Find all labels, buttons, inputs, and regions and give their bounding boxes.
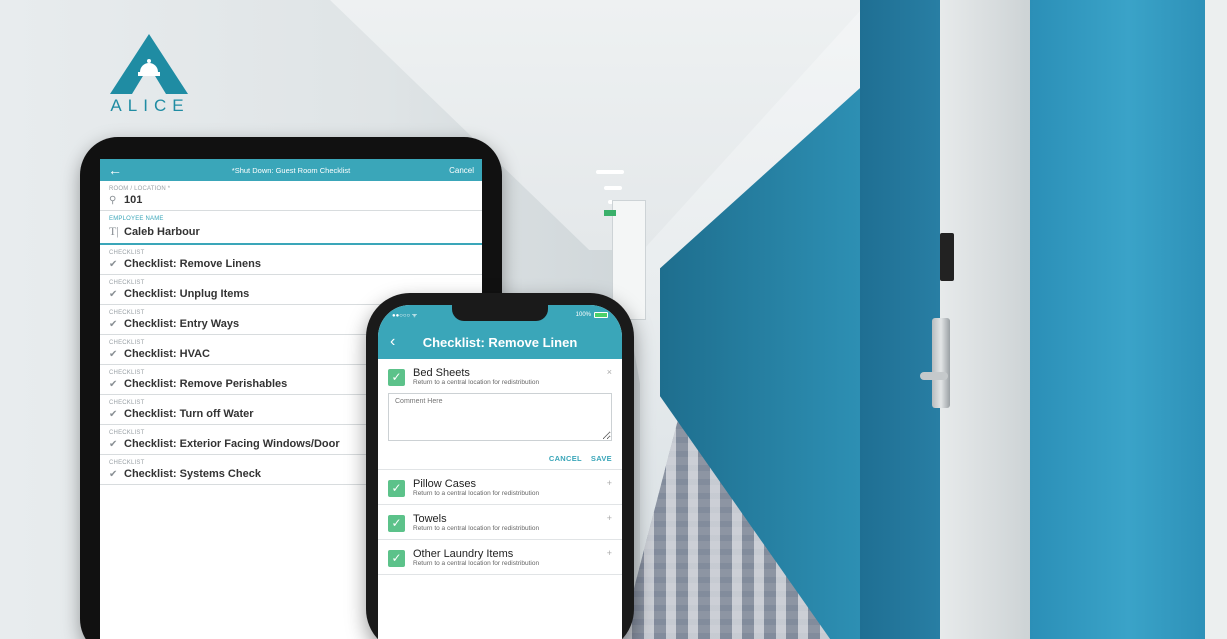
checklist-name: Checklist: Turn off Water [124, 408, 254, 420]
signal-indicator: ●●○○○ ᯤ [392, 313, 418, 319]
field-label: ROOM / LOCATION * [109, 186, 171, 192]
comment-section: CANCEL SAVE [378, 393, 622, 470]
ceiling-light [596, 170, 624, 174]
tablet-header: ← *Shut Down: Guest Room Checklist Cance… [100, 159, 482, 181]
employee-value: Caleb Harbour [124, 225, 200, 238]
phone-device: ●●○○○ ᯤ 100% ‹ Checklist: Remove Linen ✓… [366, 293, 634, 639]
checklist-name: Checklist: Remove Perishables [124, 378, 288, 390]
checklist-label: CHECKLIST [109, 280, 145, 286]
expand-icon[interactable]: + [607, 478, 612, 488]
phone-notch [452, 305, 548, 321]
phone-header: ‹ Checklist: Remove Linen [378, 325, 622, 359]
comment-save-button[interactable]: SAVE [591, 454, 612, 463]
checkbox-checked-icon[interactable]: ✓ [388, 369, 405, 386]
checklist-label: CHECKLIST [109, 250, 145, 256]
tablet-title: *Shut Down: Guest Room Checklist [231, 165, 351, 175]
location-pin-icon: ⚲ [109, 194, 117, 206]
room-location-field[interactable]: ROOM / LOCATION * ⚲ 101 [100, 181, 482, 211]
checklist-name: Checklist: HVAC [124, 348, 210, 360]
card-reader [940, 233, 954, 281]
comment-input[interactable] [388, 393, 612, 441]
linen-item[interactable]: ✓ Pillow Cases Return to a central locatio… [378, 470, 622, 505]
checkmark-icon: ✔ [109, 378, 118, 390]
item-name: Towels [413, 513, 447, 525]
item-description: Return to a central location for redistr… [413, 379, 540, 386]
close-icon[interactable]: × [607, 367, 612, 377]
item-name: Pillow Cases [413, 478, 476, 490]
checkmark-icon: ✔ [109, 288, 118, 300]
checkmark-icon: ✔ [109, 408, 118, 420]
checklist-name: Checklist: Remove Linens [124, 258, 261, 270]
checkmark-icon: ✔ [109, 468, 118, 480]
logo-text: ALICE [110, 96, 190, 115]
phone-title: Checklist: Remove Linen [422, 334, 578, 350]
status-bar: ●●○○○ ᯤ 100% [378, 305, 622, 325]
blue-wall-panel [1030, 0, 1227, 639]
exit-sign [604, 210, 616, 216]
linen-item[interactable]: ✓ Towels Return to a central location for … [378, 505, 622, 540]
room-value: 101 [124, 194, 143, 206]
right-wall-edge [1205, 0, 1227, 639]
text-icon: T| [109, 224, 119, 238]
door-lock [932, 318, 950, 408]
ceiling-light [604, 186, 622, 190]
checklist-row[interactable]: CHECKLIST ✔ Checklist: Remove Linens [100, 245, 482, 275]
item-name: Other Laundry Items [413, 548, 514, 560]
item-description: Return to a central location for redistr… [413, 525, 540, 532]
checklist-name: Checklist: Entry Ways [124, 318, 240, 330]
comment-cancel-button[interactable]: CANCEL [549, 454, 582, 463]
door-handle [920, 372, 948, 380]
checklist-name: Checklist: Exterior Facing Windows/Door [124, 438, 340, 450]
item-description: Return to a central location for redistr… [413, 490, 540, 497]
linen-item[interactable]: ✓ Other Laundry Items Return to a central … [378, 540, 622, 575]
linen-item[interactable]: ✓ Bed Sheets Return to a central location … [378, 359, 622, 393]
checkbox-checked-icon[interactable]: ✓ [388, 480, 405, 497]
checklist-name: Checklist: Unplug Items [124, 288, 250, 300]
item-name: Bed Sheets [413, 367, 470, 379]
checklist-name: Checklist: Systems Check [124, 468, 261, 480]
checkbox-checked-icon[interactable]: ✓ [388, 550, 405, 567]
employee-name-field[interactable]: EMPLOYEE NAME T| Caleb Harbour [100, 211, 482, 245]
checkbox-checked-icon[interactable]: ✓ [388, 515, 405, 532]
battery-percent: 100% [575, 312, 591, 318]
expand-icon[interactable]: + [607, 513, 612, 523]
door-frame [940, 0, 1030, 639]
expand-icon[interactable]: + [607, 548, 612, 558]
checkmark-icon: ✔ [109, 318, 118, 330]
checkmark-icon: ✔ [109, 258, 118, 270]
item-description: Return to a central location for redistr… [413, 560, 540, 567]
phone-screen: ●●○○○ ᯤ 100% ‹ Checklist: Remove Linen ✓… [378, 305, 622, 639]
checkmark-icon: ✔ [109, 438, 118, 450]
field-label: EMPLOYEE NAME [109, 216, 164, 222]
battery-icon [594, 312, 608, 318]
checkmark-icon: ✔ [109, 348, 118, 360]
linen-checklist: ✓ Bed Sheets Return to a central location … [378, 359, 622, 575]
